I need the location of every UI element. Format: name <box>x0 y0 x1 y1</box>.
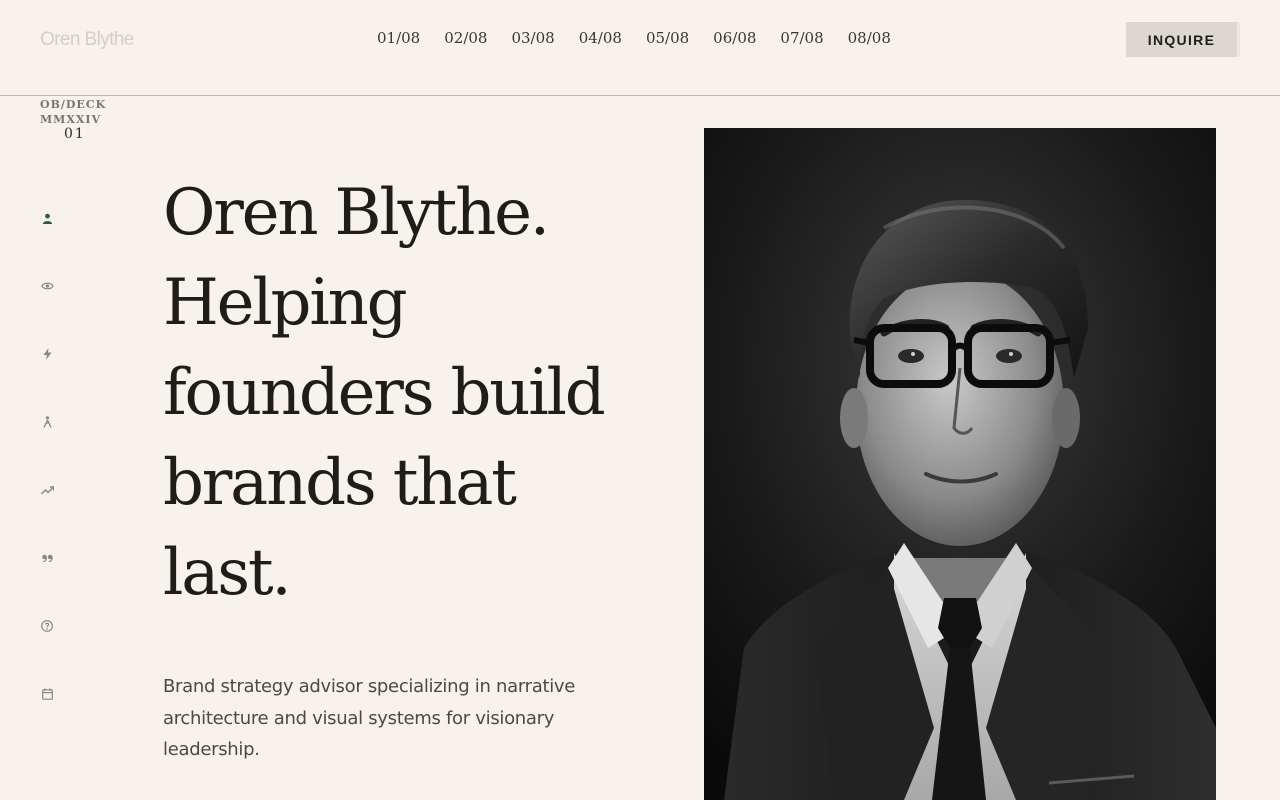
trend-icon[interactable] <box>39 482 55 498</box>
slide-nav: 01/08 02/08 03/08 04/08 05/08 06/08 07/0… <box>377 29 891 47</box>
headline-line-4: brands that <box>163 446 517 520</box>
nav-item-06[interactable]: 06/08 <box>713 29 756 47</box>
deck-line-1: OB/DECK <box>40 98 107 111</box>
portrait-photo <box>704 128 1216 800</box>
nav-item-02[interactable]: 02/08 <box>444 29 487 47</box>
help-icon[interactable] <box>39 618 55 634</box>
quote-icon[interactable] <box>39 550 55 566</box>
top-bar: Oren Blythe 01/08 02/08 03/08 04/08 05/0… <box>0 0 1280 96</box>
headline-line-3: founders build <box>163 356 606 430</box>
brand-logo[interactable]: Oren Blythe <box>40 29 134 51</box>
headline-line-5: last. <box>163 536 292 610</box>
bolt-icon[interactable] <box>39 346 55 362</box>
nav-item-07[interactable]: 07/08 <box>780 29 823 47</box>
deck-label: OB/DECK MMXXIV 01 <box>40 97 106 142</box>
inquire-button[interactable]: INQUIRE <box>1126 22 1240 57</box>
deck-line-2: MMXXIV <box>40 113 102 126</box>
nav-item-05[interactable]: 05/08 <box>646 29 689 47</box>
headline-line-1: Oren Blythe. <box>163 176 550 250</box>
nav-item-04[interactable]: 04/08 <box>579 29 622 47</box>
nav-item-01[interactable]: 01/08 <box>377 29 420 47</box>
nav-item-03[interactable]: 03/08 <box>511 29 554 47</box>
hero-headline: Oren Blythe. Helping founders build bran… <box>163 168 663 618</box>
calendar-icon[interactable] <box>39 686 55 702</box>
figure-icon[interactable] <box>39 414 55 430</box>
hero-description: Brand strategy advisor specializing in n… <box>163 676 576 760</box>
user-icon[interactable] <box>39 210 55 226</box>
nav-item-08[interactable]: 08/08 <box>848 29 891 47</box>
headline-line-2: Helping <box>163 266 408 340</box>
eye-icon[interactable] <box>39 278 55 294</box>
slide-number: 01 <box>64 126 86 142</box>
